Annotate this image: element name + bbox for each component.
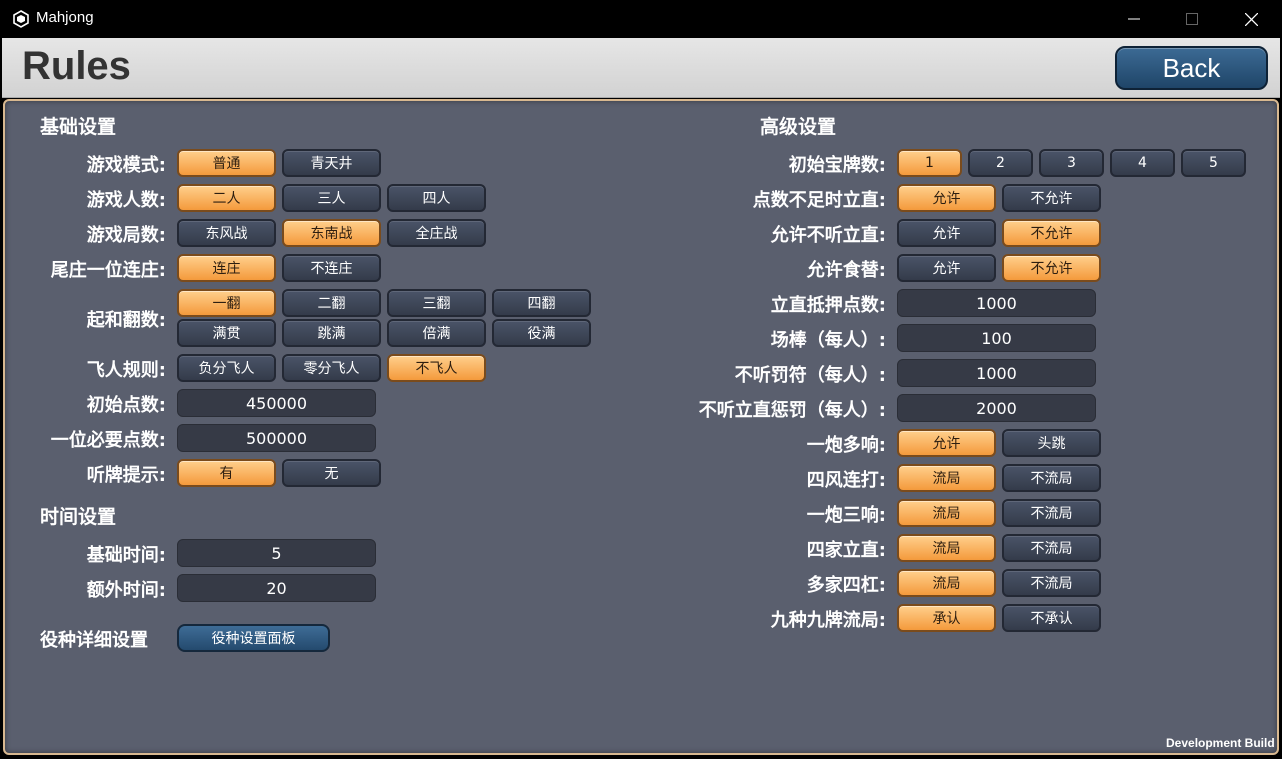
maximize-icon <box>1186 13 1198 25</box>
riichi-low-points-option-0[interactable]: 允许 <box>897 184 996 212</box>
honba-label: 场棒（每人）: <box>770 330 886 351</box>
min-han-option-0[interactable]: 一翻 <box>177 289 276 317</box>
kuikae-option-0[interactable]: 允许 <box>897 254 996 282</box>
honba-field[interactable]: 100 <box>897 324 1096 352</box>
triple-ron-option-1[interactable]: 不流局 <box>1002 499 1101 527</box>
close-icon <box>1244 12 1258 26</box>
dora-count-option-4[interactable]: 5 <box>1181 149 1246 177</box>
riichi-low-points-label: 点数不足时立直: <box>752 190 886 211</box>
first-place-points-label: 一位必要点数: <box>50 430 166 451</box>
page-title: Rules <box>22 44 131 88</box>
advanced-settings-title: 高级设置 <box>760 116 837 138</box>
base-time-field[interactable]: 5 <box>177 539 376 567</box>
four-winds-option-0[interactable]: 流局 <box>897 464 996 492</box>
game-mode-label: 游戏模式: <box>86 155 166 176</box>
four-winds-label: 四风连打: <box>806 470 886 491</box>
game-mode-option-1[interactable]: 青天井 <box>282 149 381 177</box>
close-button[interactable] <box>1222 0 1280 38</box>
tenpai-hint-label: 听牌提示: <box>86 465 166 486</box>
triple-ron-option-0[interactable]: 流局 <box>897 499 996 527</box>
rounds-option-1[interactable]: 东南战 <box>282 219 381 247</box>
min-han-option-5[interactable]: 跳满 <box>282 319 381 347</box>
nine-terminals-label: 九种九牌流局: <box>770 610 886 631</box>
riichi-deposit-label: 立直抵押点数: <box>770 295 886 316</box>
nine-terminals-option-1[interactable]: 不承认 <box>1002 604 1101 632</box>
riichi-low-points-option-1[interactable]: 不允许 <box>1002 184 1101 212</box>
maximize-button[interactable] <box>1163 0 1221 38</box>
kuikae-label: 允许食替: <box>806 260 886 281</box>
tenpai-hint-option-1[interactable]: 无 <box>282 459 381 487</box>
game-mode-option-0[interactable]: 普通 <box>177 149 276 177</box>
min-han-option-3[interactable]: 四翻 <box>492 289 591 317</box>
dora-count-option-3[interactable]: 4 <box>1110 149 1175 177</box>
bust-rule-label: 飞人规则: <box>86 360 166 381</box>
four-kan-option-0[interactable]: 流局 <box>897 569 996 597</box>
min-han-option-4[interactable]: 满贯 <box>177 319 276 347</box>
rounds-option-2[interactable]: 全庄战 <box>387 219 486 247</box>
riichi-deposit-field[interactable]: 1000 <box>897 289 1096 317</box>
start-points-field[interactable]: 450000 <box>177 389 376 417</box>
triple-ron-label: 一炮三响: <box>806 505 886 526</box>
minimize-icon <box>1128 18 1140 20</box>
back-button[interactable]: Back <box>1115 46 1268 90</box>
players-option-0[interactable]: 二人 <box>177 184 276 212</box>
rounds-option-0[interactable]: 东风战 <box>177 219 276 247</box>
dora-count-option-1[interactable]: 2 <box>968 149 1033 177</box>
last-dealer-option-1[interactable]: 不连庄 <box>282 254 381 282</box>
multi-ron-label: 一炮多响: <box>806 435 886 456</box>
time-settings-title: 时间设置 <box>40 506 117 528</box>
noten-riichi-penalty-field[interactable]: 2000 <box>897 394 1096 422</box>
minimize-button[interactable] <box>1105 0 1163 38</box>
players-label: 游戏人数: <box>86 190 166 211</box>
four-kan-label: 多家四杠: <box>806 575 886 596</box>
multi-ron-option-0[interactable]: 允许 <box>897 429 996 457</box>
unity-icon <box>13 10 29 28</box>
rounds-label: 游戏局数: <box>86 225 166 246</box>
noten-riichi-penalty-label: 不听立直惩罚（每人）: <box>698 400 886 421</box>
last-dealer-option-0[interactable]: 连庄 <box>177 254 276 282</box>
four-riichi-option-1[interactable]: 不流局 <box>1002 534 1101 562</box>
last-dealer-label: 尾庄一位连庄: <box>50 260 166 281</box>
basic-settings-title: 基础设置 <box>40 116 117 138</box>
yaku-settings-label: 役种详细设置 <box>40 630 148 651</box>
four-riichi-option-0[interactable]: 流局 <box>897 534 996 562</box>
min-han-option-2[interactable]: 三翻 <box>387 289 486 317</box>
extra-time-label: 额外时间: <box>86 580 166 601</box>
bust-rule-option-1[interactable]: 零分飞人 <box>282 354 381 382</box>
multi-ron-option-1[interactable]: 头跳 <box>1002 429 1101 457</box>
dora-count-option-2[interactable]: 3 <box>1039 149 1104 177</box>
four-kan-option-1[interactable]: 不流局 <box>1002 569 1101 597</box>
min-han-label: 起和翻数: <box>86 310 166 331</box>
min-han-option-7[interactable]: 役满 <box>492 319 591 347</box>
window-title: Mahjong <box>36 9 94 26</box>
four-riichi-label: 四家立直: <box>806 540 886 561</box>
yaku-settings-panel-button[interactable]: 役种设置面板 <box>177 624 330 652</box>
min-han-option-1[interactable]: 二翻 <box>282 289 381 317</box>
dora-count-label: 初始宝牌数: <box>788 155 886 176</box>
dora-count-option-0[interactable]: 1 <box>897 149 962 177</box>
development-build-label: Development Build <box>1166 736 1275 750</box>
noten-penalty-field[interactable]: 1000 <box>897 359 1096 387</box>
title-bar: Mahjong <box>0 0 1282 38</box>
extra-time-field[interactable]: 20 <box>177 574 376 602</box>
min-han-option-6[interactable]: 倍满 <box>387 319 486 347</box>
nine-terminals-option-0[interactable]: 承认 <box>897 604 996 632</box>
first-place-points-field[interactable]: 500000 <box>177 424 376 452</box>
header: Rules Back <box>2 38 1280 98</box>
start-points-label: 初始点数: <box>86 395 166 416</box>
base-time-label: 基础时间: <box>86 545 166 566</box>
four-winds-option-1[interactable]: 不流局 <box>1002 464 1101 492</box>
bust-rule-option-2[interactable]: 不飞人 <box>387 354 486 382</box>
riichi-no-tenpai-option-0[interactable]: 允许 <box>897 219 996 247</box>
bust-rule-option-0[interactable]: 负分飞人 <box>177 354 276 382</box>
tenpai-hint-option-0[interactable]: 有 <box>177 459 276 487</box>
players-option-1[interactable]: 三人 <box>282 184 381 212</box>
noten-penalty-label: 不听罚符（每人）: <box>734 365 886 386</box>
riichi-no-tenpai-option-1[interactable]: 不允许 <box>1002 219 1101 247</box>
kuikae-option-1[interactable]: 不允许 <box>1002 254 1101 282</box>
players-option-2[interactable]: 四人 <box>387 184 486 212</box>
riichi-no-tenpai-label: 允许不听立直: <box>770 225 886 246</box>
